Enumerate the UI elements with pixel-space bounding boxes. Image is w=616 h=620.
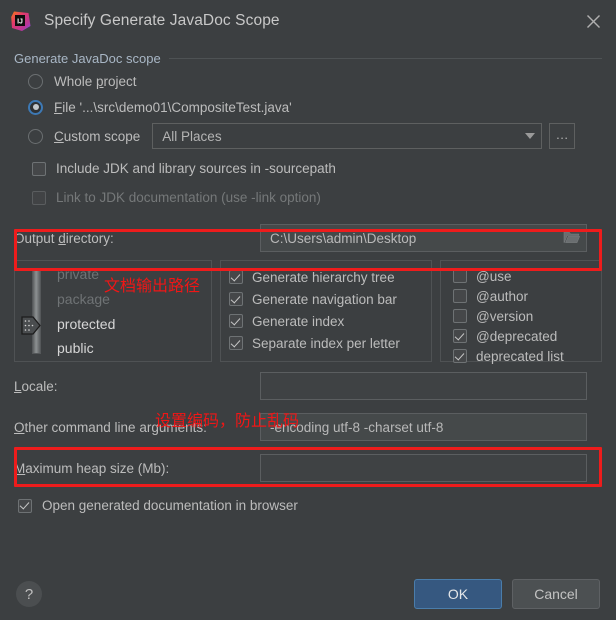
- visibility-panel[interactable]: private package protected public: [14, 260, 212, 362]
- tag-options-panel: @use @author @version @deprecated deprec…: [440, 260, 602, 364]
- radio-row-whole-project[interactable]: Whole project: [14, 68, 602, 94]
- output-directory-value: C:\Users\admin\Desktop: [270, 230, 417, 246]
- dialog-footer: ? OK Cancel: [0, 568, 616, 620]
- chevron-down-icon: [525, 133, 536, 139]
- checkbox-row-generate-navigation-bar[interactable]: Generate navigation bar: [229, 288, 431, 310]
- radio-row-file[interactable]: File '...\src\demo01\CompositeTest.java': [14, 94, 602, 120]
- label-use: @use: [476, 268, 512, 284]
- label-open-in-browser: Open generated documentation in browser: [42, 498, 298, 513]
- checkbox-generate-index[interactable]: [229, 314, 243, 328]
- other-arguments-label: Other command line arguments:: [14, 419, 207, 435]
- label-author: @author: [476, 288, 528, 304]
- other-arguments-value: -encoding utf-8 -charset utf-8: [270, 419, 444, 435]
- group-separator: [168, 58, 602, 59]
- visibility-label-protected[interactable]: protected: [57, 316, 115, 332]
- scope-group-legend: Generate JavaDoc scope: [14, 51, 161, 66]
- other-arguments-input[interactable]: -encoding utf-8 -charset utf-8: [260, 413, 587, 441]
- checkbox-row-deprecated-list[interactable]: deprecated list: [453, 346, 601, 366]
- label-generate-navigation-bar: Generate navigation bar: [252, 291, 397, 307]
- label-deprecated: @deprecated: [476, 328, 558, 344]
- radio-label-whole-project: Whole project: [54, 73, 137, 89]
- custom-scope-combo[interactable]: All Places: [152, 123, 543, 149]
- heap-size-input[interactable]: [260, 454, 587, 482]
- custom-scope-value: All Places: [162, 128, 222, 144]
- checkbox-row-version[interactable]: @version: [453, 306, 601, 326]
- visibility-slider-thumb[interactable]: [21, 316, 41, 335]
- checkbox-row-deprecated[interactable]: @deprecated: [453, 326, 601, 346]
- output-directory-row: Output directory: C:\Users\admin\Desktop: [14, 221, 602, 255]
- close-icon[interactable]: [580, 8, 606, 34]
- checkbox-row-generate-index[interactable]: Generate index: [229, 310, 431, 332]
- checkbox-open-in-browser[interactable]: [18, 498, 32, 513]
- label-version: @version: [476, 308, 534, 324]
- checkbox-row-open-in-browser[interactable]: Open generated documentation in browser: [14, 493, 602, 518]
- checkbox-include-jdk-sources[interactable]: [32, 161, 46, 176]
- intellij-idea-icon: IJ: [10, 10, 32, 32]
- radio-whole-project[interactable]: [28, 73, 43, 89]
- label-include-jdk-sources: Include JDK and library sources in -sour…: [56, 161, 336, 176]
- checkbox-use[interactable]: [453, 269, 467, 283]
- checkbox-version[interactable]: [453, 309, 467, 323]
- checkbox-deprecated[interactable]: [453, 329, 467, 343]
- label-deprecated-list: deprecated list: [476, 348, 564, 364]
- browse-scope-button[interactable]: ...: [549, 123, 576, 149]
- help-button[interactable]: ?: [16, 581, 42, 607]
- output-directory-input[interactable]: C:\Users\admin\Desktop: [260, 224, 587, 252]
- heap-size-row: Maximum heap size (Mb):: [14, 452, 602, 484]
- scope-group-header: Generate JavaDoc scope: [14, 51, 602, 66]
- cancel-button[interactable]: Cancel: [512, 579, 600, 609]
- checkbox-deprecated-list[interactable]: [453, 349, 467, 363]
- checkbox-row-link-jdk-doc: Link to JDK documentation (use -link opt…: [14, 185, 602, 210]
- checkbox-link-jdk-doc: [32, 190, 46, 205]
- label-link-jdk-doc: Link to JDK documentation (use -link opt…: [56, 190, 321, 205]
- visibility-label-private[interactable]: private: [57, 266, 99, 282]
- ok-button[interactable]: OK: [414, 579, 502, 609]
- checkbox-row-separate-index-per-letter[interactable]: Separate index per letter: [229, 332, 431, 354]
- checkbox-author[interactable]: [453, 289, 467, 303]
- radio-file[interactable]: [28, 99, 43, 115]
- locale-label: Locale:: [14, 378, 58, 394]
- locale-input[interactable]: [260, 372, 587, 400]
- checkbox-row-generate-hierarchy-tree[interactable]: Generate hierarchy tree: [229, 266, 431, 288]
- svg-text:IJ: IJ: [17, 19, 23, 26]
- radio-custom-scope[interactable]: [28, 128, 43, 144]
- radio-row-custom-scope[interactable]: Custom scope All Places ...: [14, 120, 602, 152]
- options-panels: private package protected public Generat…: [14, 260, 602, 364]
- radio-label-custom-scope: Custom scope: [54, 128, 141, 144]
- radio-label-file: File '...\src\demo01\CompositeTest.java': [54, 99, 292, 115]
- javadoc-scope-dialog: IJ Specify Generate JavaDoc Scope Genera…: [0, 0, 616, 620]
- checkbox-row-include-jdk-sources[interactable]: Include JDK and library sources in -sour…: [14, 156, 602, 181]
- label-generate-index: Generate index: [252, 313, 345, 329]
- heap-size-label: Maximum heap size (Mb):: [14, 460, 170, 476]
- other-arguments-row: Other command line arguments: -encoding …: [14, 411, 602, 443]
- locale-row: Locale:: [14, 370, 602, 402]
- generate-options-panel: Generate hierarchy tree Generate navigat…: [220, 260, 432, 362]
- checkbox-row-author[interactable]: @author: [453, 286, 601, 306]
- dialog-content: Generate JavaDoc scope Whole project Fil…: [0, 51, 616, 518]
- visibility-slider-track[interactable]: [32, 270, 41, 354]
- label-separate-index-per-letter: Separate index per letter: [252, 335, 400, 351]
- checkbox-separate-index-per-letter[interactable]: [229, 336, 243, 350]
- visibility-label-public[interactable]: public: [57, 340, 94, 356]
- title-bar: IJ Specify Generate JavaDoc Scope: [0, 0, 616, 42]
- visibility-label-package[interactable]: package: [57, 291, 110, 307]
- checkbox-row-use[interactable]: @use: [453, 266, 601, 286]
- checkbox-generate-hierarchy-tree[interactable]: [229, 270, 243, 284]
- checkbox-generate-navigation-bar[interactable]: [229, 292, 243, 306]
- folder-icon[interactable]: [563, 230, 581, 247]
- label-generate-hierarchy-tree: Generate hierarchy tree: [252, 269, 395, 285]
- output-directory-label: Output directory:: [14, 230, 114, 246]
- dialog-title: Specify Generate JavaDoc Scope: [44, 12, 280, 29]
